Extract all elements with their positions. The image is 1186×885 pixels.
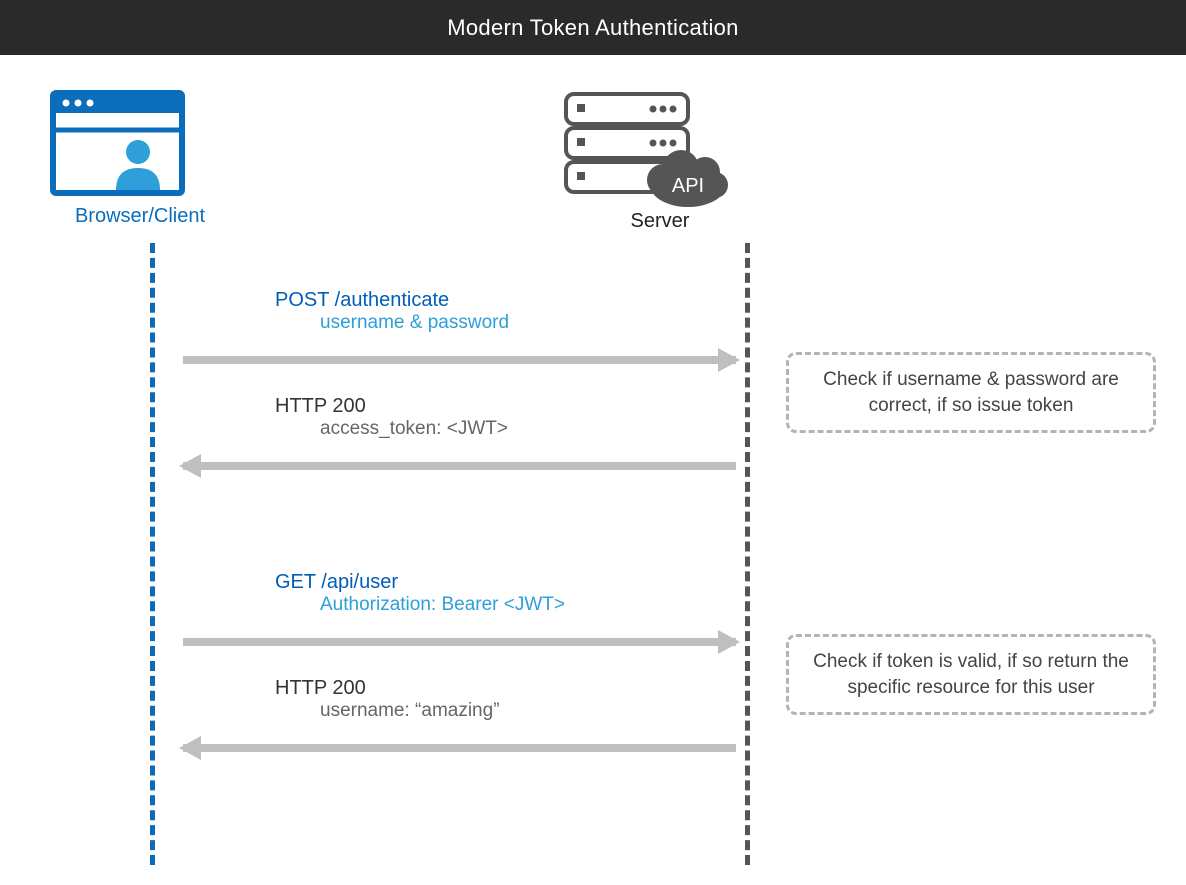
arrow-2-left: [183, 456, 736, 476]
client-lifeline: [150, 243, 155, 865]
message-1-line1: POST /authenticate: [275, 289, 715, 312]
message-4-line2: username: “amazing”: [275, 700, 715, 722]
message-3-label: GET /api/user Authorization: Bearer <JWT…: [275, 571, 715, 616]
message-2-label: HTTP 200 access_token: <JWT>: [275, 395, 715, 440]
diagram-title-bar: Modern Token Authentication: [0, 0, 1186, 55]
message-3-line1: GET /api/user: [275, 571, 715, 594]
server-note-2-text: Check if token is valid, if so return th…: [813, 651, 1129, 698]
message-4-label: HTTP 200 username: “amazing”: [275, 677, 715, 722]
server-note-2: Check if token is valid, if so return th…: [786, 634, 1156, 715]
server-lifeline: [745, 243, 750, 865]
browser-client-icon: [50, 90, 185, 205]
arrow-3-right: [183, 632, 736, 652]
message-2-line1: HTTP 200: [275, 395, 715, 418]
server-note-1: Check if username & password are correct…: [786, 352, 1156, 433]
server-icon: API: [563, 90, 733, 215]
server-note-1-text: Check if username & password are correct…: [823, 369, 1119, 416]
message-3-line2: Authorization: Bearer <JWT>: [275, 594, 715, 616]
message-2-line2: access_token: <JWT>: [275, 418, 715, 440]
arrow-4-left: [183, 738, 736, 758]
message-4-line1: HTTP 200: [275, 677, 715, 700]
diagram-title: Modern Token Authentication: [447, 15, 738, 41]
message-1-line2: username & password: [275, 312, 715, 334]
api-badge-text: API: [672, 175, 704, 197]
message-1-label: POST /authenticate username & password: [275, 289, 715, 334]
server-participant-label: Server: [600, 210, 720, 233]
client-participant-label: Browser/Client: [50, 205, 230, 228]
arrow-1-right: [183, 350, 736, 370]
